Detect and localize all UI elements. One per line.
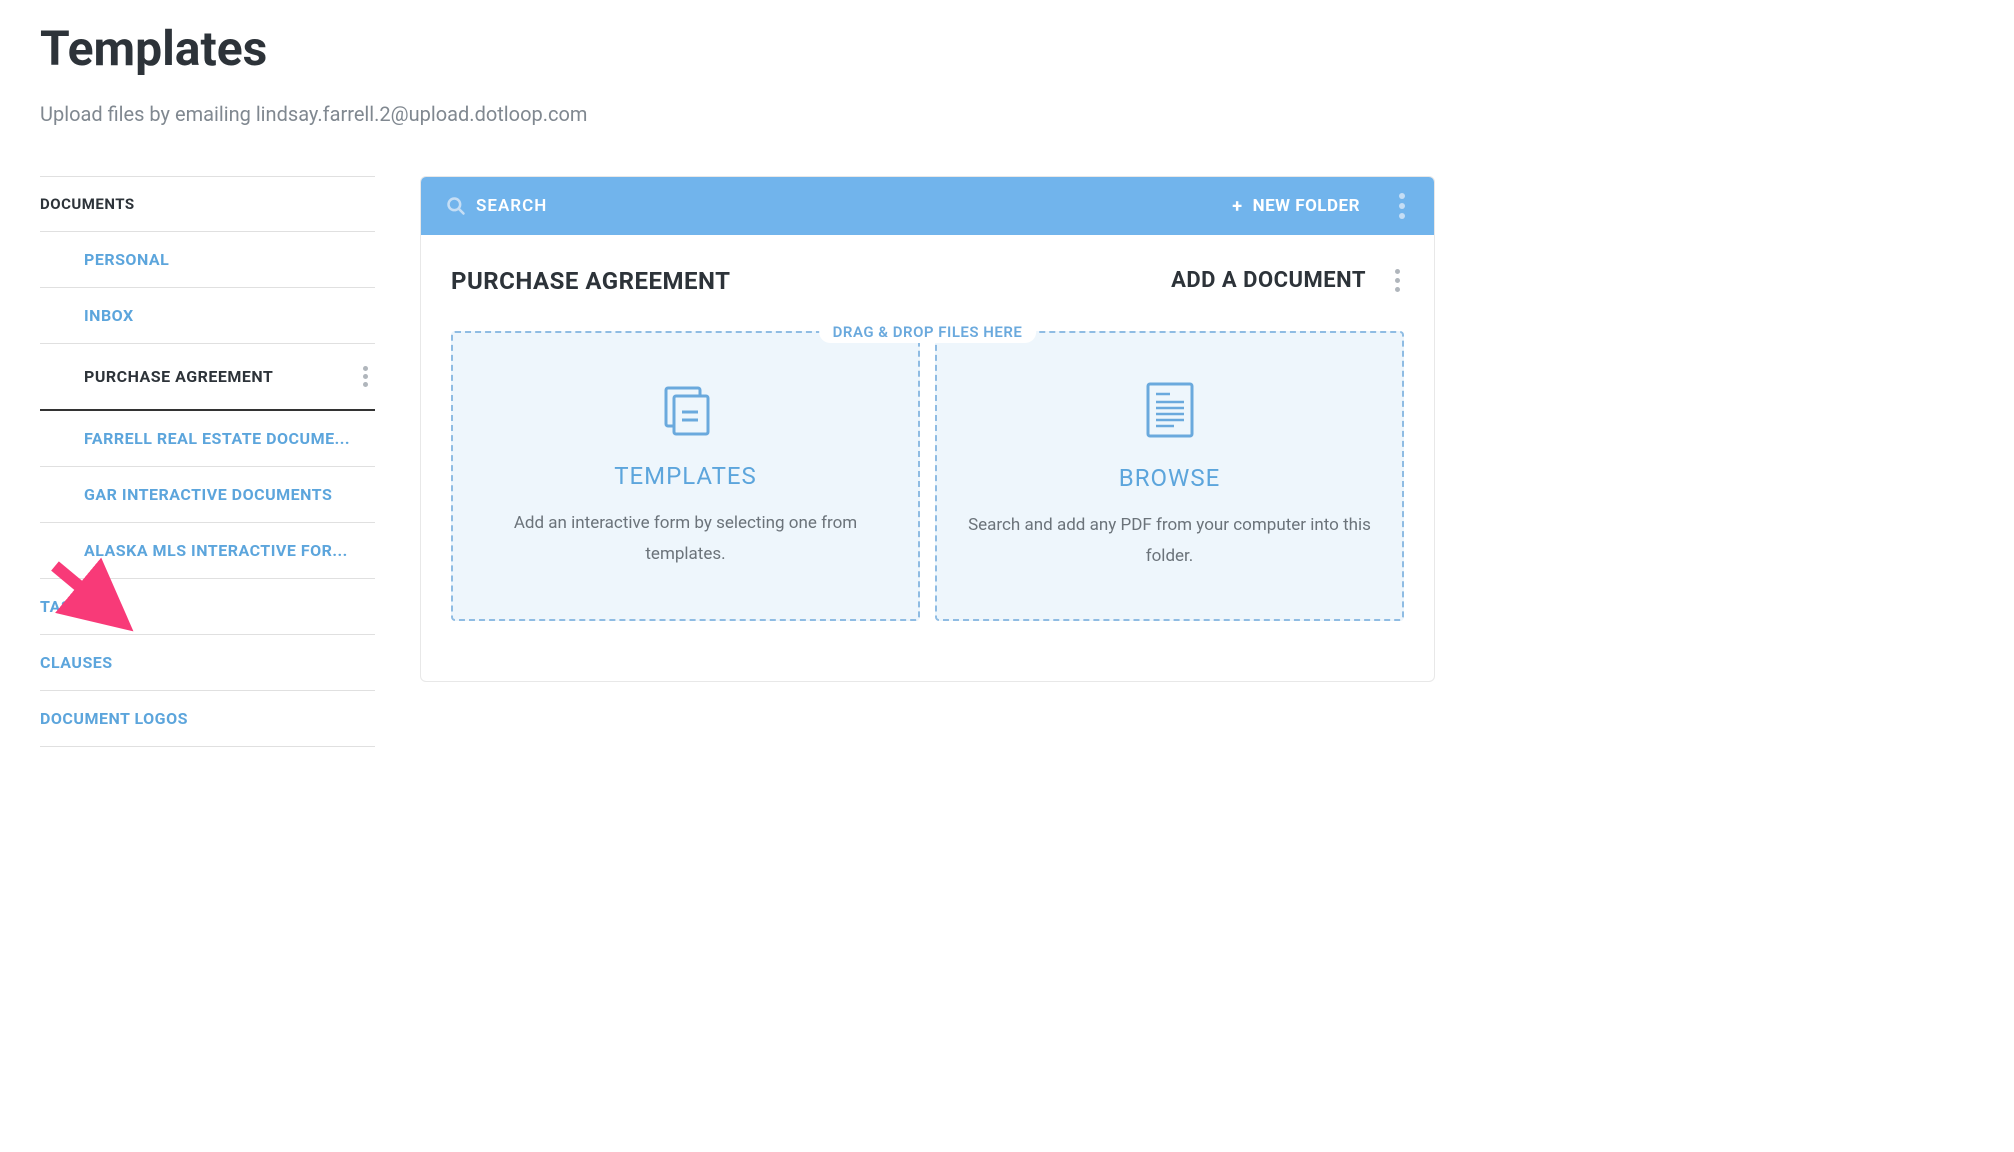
dropzone-desc: Search and add any PDF from your compute… [967, 510, 1372, 571]
sidebar-item-label: FARRELL REAL ESTATE DOCUME... [84, 429, 350, 448]
sidebar: DOCUMENTS PERSONAL INBOX PURCHASE AGREEM… [40, 176, 375, 747]
dropzone-browse[interactable]: BROWSE Search and add any PDF from your … [935, 331, 1404, 621]
dropzone-templates[interactable]: TEMPLATES Add an interactive form by sel… [451, 331, 920, 621]
sidebar-item-label: INBOX [84, 306, 134, 325]
sidebar-item-purchase-agreement[interactable]: PURCHASE AGREEMENT [40, 344, 375, 411]
sidebar-item-farrell[interactable]: FARRELL REAL ESTATE DOCUME... [40, 411, 375, 467]
search-button[interactable]: SEARCH [446, 196, 1232, 216]
search-icon [446, 196, 466, 216]
page-title: Templates [40, 20, 1974, 77]
sidebar-item-label: DOCUMENT LOGOS [40, 709, 188, 728]
sidebar-item-label: PERSONAL [84, 250, 169, 269]
sidebar-item-label: PURCHASE AGREEMENT [84, 367, 273, 386]
sidebar-item-inbox[interactable]: INBOX [40, 288, 375, 344]
sidebar-item-label: CLAUSES [40, 653, 113, 672]
plus-icon: + [1232, 196, 1242, 217]
document-icon [1144, 380, 1196, 444]
sidebar-item-label: GAR INTERACTIVE DOCUMENTS [84, 485, 332, 504]
folder-title: PURCHASE AGREEMENT [451, 267, 731, 295]
main-panel: SEARCH + NEW FOLDER PURCHASE AGREEMENT A… [420, 176, 1435, 682]
sidebar-item-label: ALASKA MLS INTERACTIVE FOR... [84, 541, 348, 560]
main-toolbar: SEARCH + NEW FOLDER [421, 177, 1434, 235]
sidebar-item-label: TASKS [40, 597, 92, 616]
new-folder-label: NEW FOLDER [1253, 196, 1360, 216]
search-label: SEARCH [476, 196, 547, 216]
sidebar-item-gar[interactable]: GAR INTERACTIVE DOCUMENTS [40, 467, 375, 523]
dropzone-title: TEMPLATES [614, 462, 757, 490]
sidebar-item-personal[interactable]: PERSONAL [40, 232, 375, 288]
toolbar-kebab-icon[interactable] [1395, 189, 1409, 223]
new-folder-button[interactable]: + NEW FOLDER [1232, 196, 1360, 217]
sidebar-item-tasks[interactable]: TASKS [40, 579, 375, 635]
add-document-button[interactable]: ADD A DOCUMENT [1171, 268, 1366, 293]
sidebar-section-header: DOCUMENTS [40, 177, 375, 232]
folder-kebab-icon[interactable] [1391, 265, 1404, 296]
dropzone-desc: Add an interactive form by selecting one… [483, 508, 888, 569]
dropzone-title: BROWSE [1119, 464, 1220, 492]
dragdrop-label: DRAG & DROP FILES HERE [819, 321, 1037, 343]
templates-icon [658, 382, 714, 442]
sidebar-item-document-logos[interactable]: DOCUMENT LOGOS [40, 691, 375, 747]
sidebar-item-clauses[interactable]: CLAUSES [40, 635, 375, 691]
upload-hint: Upload files by emailing lindsay.farrell… [40, 102, 1974, 126]
sidebar-item-alaska-mls[interactable]: ALASKA MLS INTERACTIVE FOR... [40, 523, 375, 579]
kebab-icon[interactable] [355, 362, 375, 391]
